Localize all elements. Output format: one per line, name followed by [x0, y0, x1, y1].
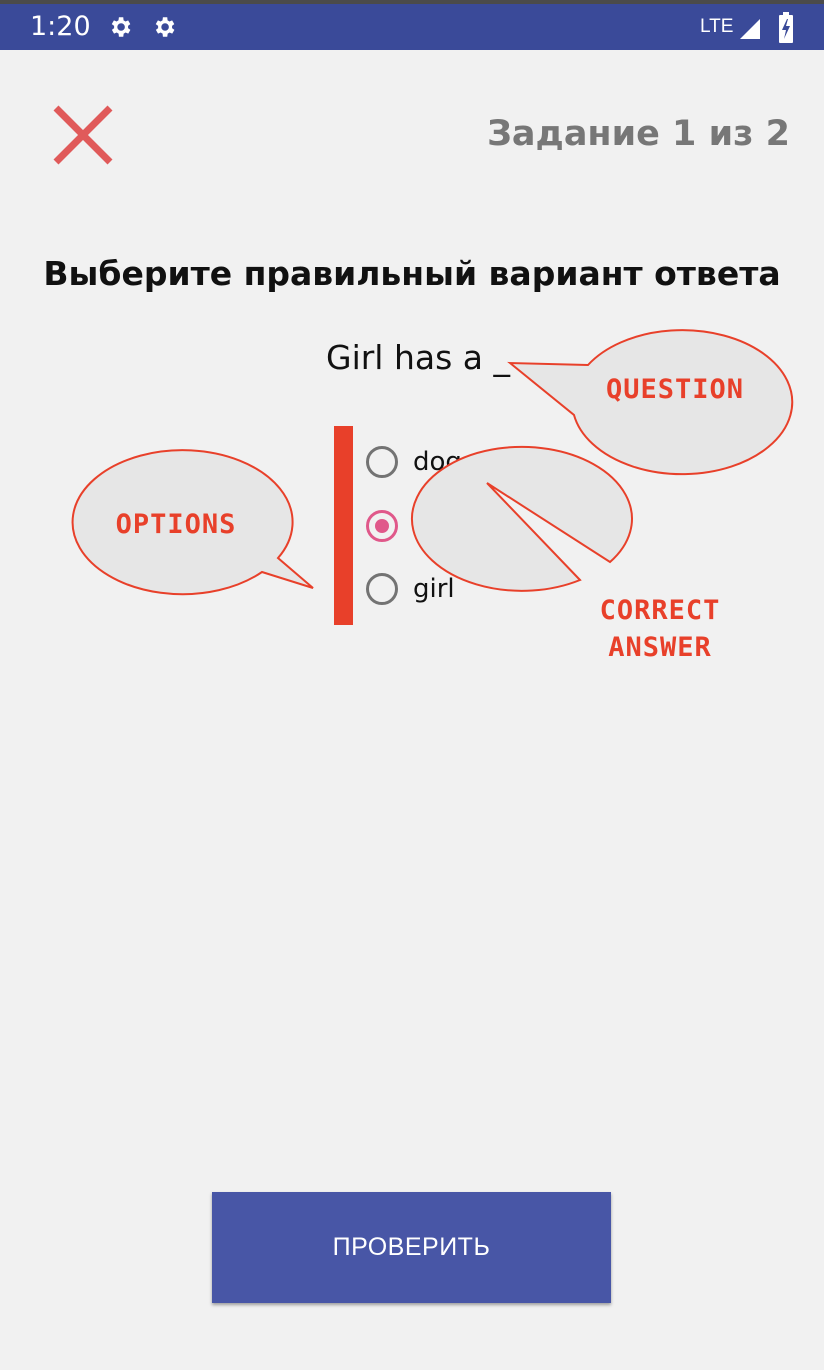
signal-icon [740, 19, 760, 39]
correct-answer-callout-label: ANSWER [608, 632, 712, 663]
options-callout-label: OPTIONS [115, 509, 237, 540]
status-bar: 1:20 LTE [0, 4, 824, 50]
correct-answer-callout-label: CORRECT [599, 595, 721, 626]
option-label: dog [413, 447, 462, 477]
question-text: Girl has a _ [326, 338, 510, 377]
options-highlight-bar [334, 426, 353, 625]
network-type: LTE [700, 16, 734, 37]
close-icon[interactable] [50, 102, 116, 168]
radio-button[interactable] [366, 573, 398, 605]
radio-button[interactable] [366, 446, 398, 478]
option-label: girl [413, 574, 455, 604]
battery-charging-icon [779, 12, 793, 43]
check-button[interactable]: ПРОВЕРИТЬ [212, 1192, 611, 1303]
radio-button-selected[interactable] [366, 510, 398, 542]
option-dog[interactable]: dog [366, 440, 462, 484]
option-girl[interactable]: girl [366, 567, 455, 611]
status-time: 1:20 [30, 11, 91, 42]
gear-icon [155, 17, 175, 37]
option-label: had [413, 511, 462, 541]
gear-icon [111, 17, 131, 37]
task-counter: Задание 1 из 2 [487, 114, 790, 154]
option-had[interactable]: had [366, 504, 462, 548]
question-callout-label: QUESTION [605, 374, 745, 405]
instruction-heading: Выберите правильный вариант ответа [43, 254, 781, 293]
annotation-layer [71, 329, 794, 596]
